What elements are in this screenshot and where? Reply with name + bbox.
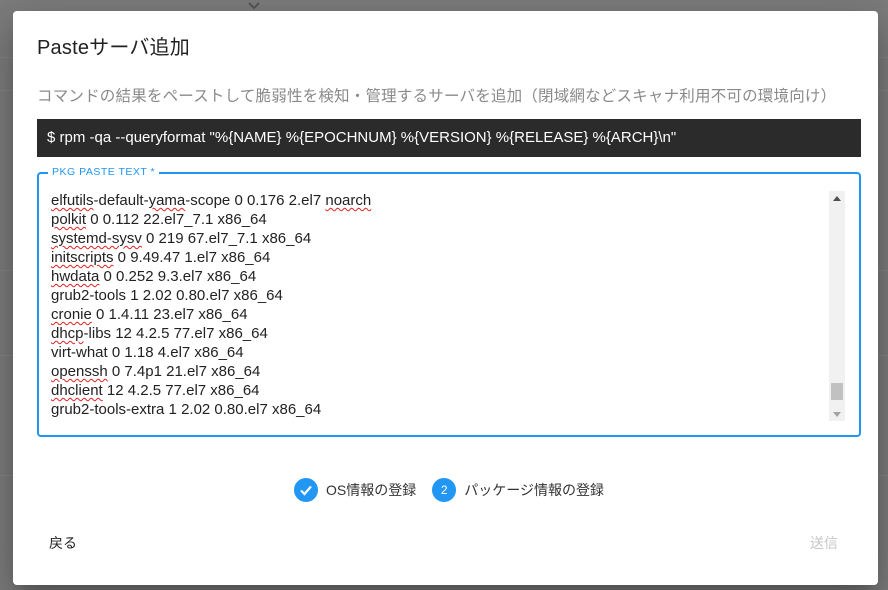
textarea-scrollbar[interactable] [829,191,845,421]
step-label: OS情報の登録 [326,482,417,498]
chevron-down-icon [248,2,260,10]
dialog-title: Pasteサーバ追加 [37,37,190,59]
step-number: 2 [432,478,457,502]
step-1: OS情報の登録 [294,478,416,502]
paste-text-line: hwdata 0 0.252 9.3.el7 x86_64 [51,268,257,285]
paste-text-line: grub2-tools-extra 1 2.02 0.80.el7 x86_64 [51,401,322,418]
dialog-subtitle: コマンドの結果をペーストして脆弱性を検知・管理するサーバを追加（閉域網などスキャ… [37,88,837,105]
scroll-down-arrow-icon[interactable] [829,407,845,421]
paste-text-line: elfutils-default-yama-scope 0 0.176 2.el… [51,192,372,209]
check-icon [294,478,318,502]
stepper: OS情報の登録 2 パッケージ情報の登録 [294,478,604,502]
paste-text-line: initscripts 0 9.49.47 1.el7 x86_64 [51,249,271,266]
command-code-block: $ rpm -qa --queryformat "%{NAME} %{EPOCH… [37,119,861,157]
back-button[interactable]: 戻る [49,531,77,555]
pkg-paste-text-field[interactable]: PKG PASTE TEXT * elfutils-default-yama-s… [37,166,861,437]
pkg-paste-textarea[interactable]: elfutils-default-yama-scope 0 0.176 2.el… [51,191,821,421]
paste-text-line: virt-what 0 1.18 4.el7 x86_64 [51,344,244,361]
paste-text-line: cronie 0 1.4.11 23.el7 x86_64 [51,306,248,323]
scrollbar-thumb[interactable] [831,383,843,400]
paste-text-line: dhclient 12 4.2.5 77.el7 x86_64 [51,382,260,399]
paste-text-line: openssh 0 7.4p1 21.el7 x86_64 [51,363,261,380]
pkg-paste-text-label: PKG PASTE TEXT * [48,166,160,178]
step-label: パッケージ情報の登録 [464,482,604,498]
paste-text-line: polkit 0 0.112 22.el7_7.1 x86_64 [51,211,267,228]
paste-text-line: systemd-sysv 0 219 67.el7_7.1 x86_64 [51,230,312,247]
paste-text-line: dhcp-libs 12 4.2.5 77.el7 x86_64 [51,325,268,342]
send-button[interactable]: 送信 [810,531,838,555]
step-2: 2 パッケージ情報の登録 [432,478,604,502]
paste-text-line: grub2-tools 1 2.02 0.80.el7 x86_64 [51,287,283,304]
scroll-up-arrow-icon[interactable] [829,191,845,205]
add-paste-server-dialog: Pasteサーバ追加 コマンドの結果をペーストして脆弱性を検知・管理するサーバを… [13,11,878,585]
